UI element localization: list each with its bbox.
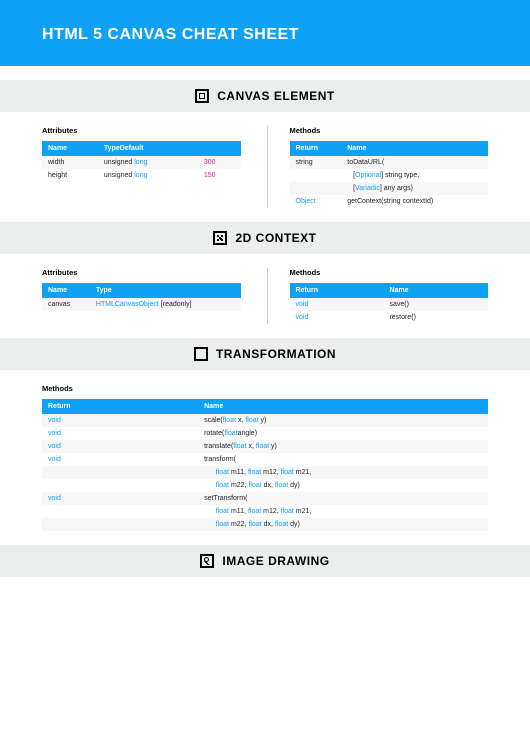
table-row: voidtranslate(float x, float y) [42,440,488,453]
col-name: Name [42,283,90,298]
canvas-attributes-panel: Attributes NameTypeDefault widthunsigned… [42,126,241,208]
context-attributes-panel: Attributes NameType canvasHTMLCanvasObje… [42,268,241,324]
attributes-heading: Attributes [42,268,241,277]
table-row: voidrestore() [290,311,489,324]
canvas-methods-panel: Methods ReturnName stringtoDataURL( [Opt… [267,126,489,208]
section-label: 2D CONTEXT [235,231,316,245]
canvas-attributes-table: NameTypeDefault widthunsigned long300 he… [42,141,241,182]
table-row: float m11, float m12, float m21, [42,466,488,479]
transformation-icon [194,347,208,361]
attributes-heading: Attributes [42,126,241,135]
col-return: Return [290,283,384,298]
col-name: Name [383,283,488,298]
col-name: Name [42,141,98,156]
section-2d-context: 2D CONTEXT [0,222,530,254]
table-row: [Optional] string type, [290,169,489,182]
col-name: Name [198,399,488,414]
section-label: TRANSFORMATION [216,347,336,361]
section-image-drawing: IMAGE DRAWING [0,545,530,577]
col-return: Return [42,399,198,414]
image-drawing-icon [200,554,214,568]
context-methods-table: ReturnName voidsave() voidrestore() [290,283,489,324]
table-row: widthunsigned long300 [42,156,241,169]
section-canvas-element: CANVAS ELEMENT [0,80,530,112]
transformation-methods-panel: Methods ReturnName voidscale(float x, fl… [42,384,488,531]
table-row: float m22, float dx, float dy) [42,518,488,531]
context-methods-panel: Methods ReturnName voidsave() voidrestor… [267,268,489,324]
col-name: Name [341,141,488,156]
col-return: Return [290,141,342,156]
table-row: stringtoDataURL( [290,156,489,169]
methods-heading: Methods [290,126,489,135]
col-type: Type [90,283,241,298]
table-row: float m22, float dx, float dy) [42,479,488,492]
table-row: voidrotate(floatangle) [42,427,488,440]
table-row: canvasHTMLCanvasObject [readonly] [42,298,241,311]
section-label: CANVAS ELEMENT [217,89,334,103]
col-typedefault: TypeDefault [98,141,198,156]
methods-heading: Methods [290,268,489,277]
page-title: HTML 5 CANVAS CHEAT SHEET [0,0,530,66]
canvas-element-icon [195,89,209,103]
section-transformation: TRANSFORMATION [0,338,530,370]
methods-heading: Methods [42,384,488,393]
context-attributes-table: NameType canvasHTMLCanvasObject [readonl… [42,283,241,311]
section-label: IMAGE DRAWING [222,554,329,568]
table-row: voidsave() [290,298,489,311]
canvas-methods-table: ReturnName stringtoDataURL( [Optional] s… [290,141,489,208]
table-row: ObjectgetContext(string contextId) [290,195,489,208]
table-row: [Variadic] any args) [290,182,489,195]
table-row: voidscale(float x, float y) [42,414,488,427]
table-row: heightunsigned long150 [42,169,241,182]
transformation-methods-table: ReturnName voidscale(float x, float y) v… [42,399,488,531]
table-row: voidtransform( [42,453,488,466]
table-row: float m11, float m12, float m21, [42,505,488,518]
table-row: voidsetTransform( [42,492,488,505]
context-icon [213,231,227,245]
